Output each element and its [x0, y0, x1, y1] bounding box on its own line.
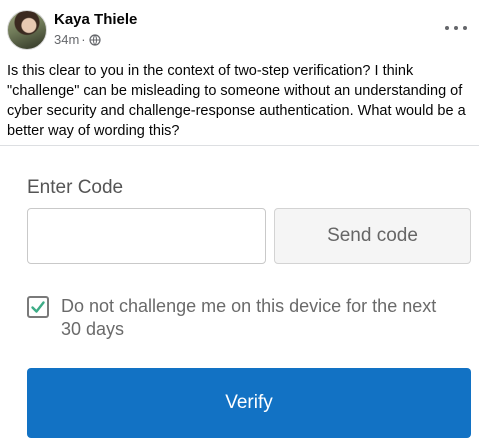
verify-button[interactable]: Verify — [27, 368, 471, 438]
more-options-icon[interactable] — [445, 20, 467, 36]
verification-form: Enter Code Send code Do not challenge me… — [0, 146, 479, 444]
code-input[interactable] — [27, 208, 266, 264]
post-text: Is this clear to you in the context of t… — [7, 63, 466, 139]
author-name[interactable]: Kaya Thiele — [54, 11, 137, 28]
avatar[interactable] — [7, 10, 47, 50]
post-meta: 34m · — [54, 32, 101, 47]
post-time[interactable]: 34m — [54, 32, 79, 47]
remember-device-label[interactable]: Do not challenge me on this device for t… — [61, 295, 461, 341]
post-header: Kaya Thiele 34m · — [0, 0, 479, 58]
enter-code-label: Enter Code — [27, 177, 124, 198]
checkmark-icon — [31, 301, 45, 313]
remember-device-checkbox[interactable] — [27, 296, 49, 318]
send-code-button[interactable]: Send code — [274, 208, 471, 264]
globe-icon — [89, 33, 101, 46]
meta-separator: · — [81, 32, 86, 47]
